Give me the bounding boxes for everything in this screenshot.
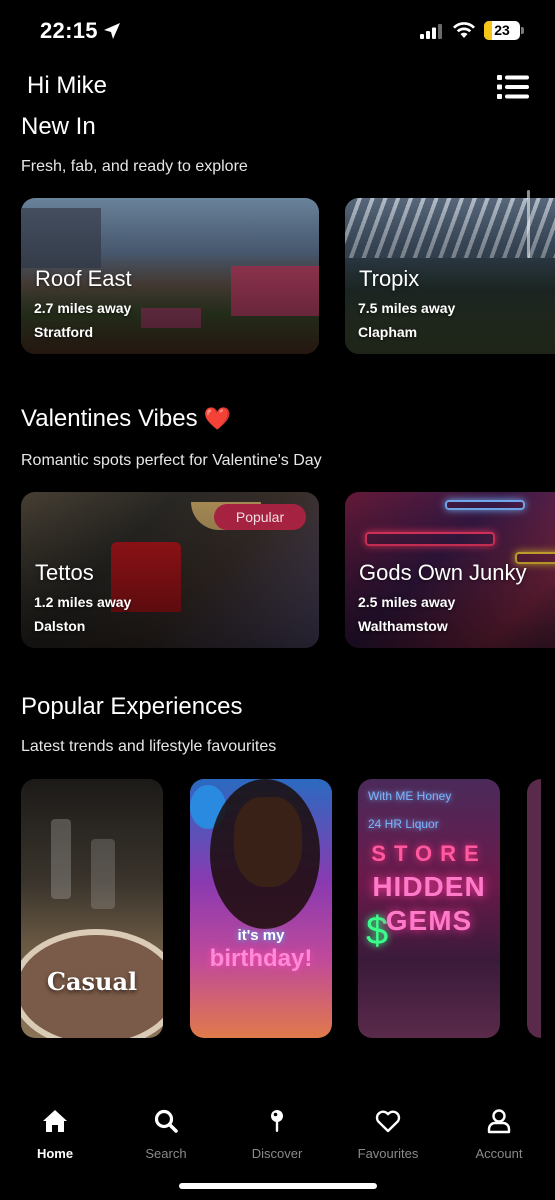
experience-card-birthday[interactable]: it's my birthday! <box>190 779 332 1038</box>
neon-sign-text: STORE <box>371 841 487 866</box>
greeting: Hi Mike <box>27 72 108 99</box>
section-subtitle-valentines: Romantic spots perfect for Valentine's D… <box>21 452 322 469</box>
search-icon <box>154 1109 178 1133</box>
venue-distance: 2.5 miles away <box>358 594 456 610</box>
venue-name: Roof East <box>35 266 132 291</box>
experiences-carousel[interactable]: Casual it's my birthday! With ME Honey 2… <box>0 779 555 1038</box>
venue-card-gods-own-junky[interactable]: Gods Own Junky 2.5 miles away Walthamsto… <box>345 492 555 648</box>
header-backdrop <box>0 100 555 114</box>
tab-home[interactable]: Home <box>5 1090 105 1170</box>
venue-name: Tropix <box>359 266 420 291</box>
status-time: 22:15 <box>40 18 98 43</box>
card-image-detail <box>234 797 302 887</box>
venue-card-roof-east[interactable]: Roof East 2.7 miles away Stratford <box>21 198 319 354</box>
scroll-indicator <box>527 190 530 258</box>
card-image-detail <box>91 839 115 909</box>
tab-label: Search <box>145 1146 187 1161</box>
section-subtitle-new-in: Fresh, fab, and ready to explore <box>21 158 248 175</box>
experience-label-line1: HIDDEN <box>372 871 486 902</box>
venue-distance: 1.2 miles away <box>34 594 132 610</box>
signal-icon <box>420 24 442 39</box>
tab-discover[interactable]: Discover <box>227 1090 327 1170</box>
neon-sign-text: With ME Honey <box>368 789 452 803</box>
experience-card-next[interactable] <box>527 779 541 1038</box>
section-title-text: Valentines Vibes <box>21 405 198 432</box>
tab-favourites[interactable]: Favourites <box>338 1090 438 1170</box>
wifi-icon <box>453 22 475 38</box>
battery-level: 23 <box>494 22 510 38</box>
tab-label: Account <box>475 1146 523 1161</box>
section-title-popular: Popular Experiences <box>21 693 243 720</box>
valentines-carousel[interactable]: Popular Tettos 1.2 miles away Dalston Go… <box>0 492 555 648</box>
card-image-detail <box>51 819 71 899</box>
new-in-carousel[interactable]: Roof East 2.7 miles away Stratford Tropi… <box>0 198 555 354</box>
popular-badge: Popular <box>214 504 306 530</box>
section-subtitle-popular: Latest trends and lifestyle favourites <box>21 738 277 755</box>
home-indicator[interactable] <box>179 1183 377 1189</box>
venue-card-tettos[interactable]: Popular Tettos 1.2 miles away Dalston <box>21 492 319 648</box>
heart-emoji-icon: ❤️ <box>203 406 231 431</box>
tab-label: Discover <box>251 1146 303 1161</box>
experience-label-line2: GEMS <box>385 905 473 936</box>
tab-label: Favourites <box>357 1146 419 1161</box>
section-title-valentines: Valentines Vibes ❤️ <box>21 405 231 433</box>
status-bar: 22:15 23 <box>0 0 555 62</box>
experience-label: Casual <box>46 967 138 996</box>
venue-distance: 2.7 miles away <box>34 300 132 316</box>
venue-area: Stratford <box>34 324 94 340</box>
battery-cap <box>521 27 524 34</box>
venue-area: Clapham <box>358 324 418 340</box>
experience-card-hidden-gems[interactable]: With ME Honey 24 HR Liquor STORE $ HIDDE… <box>358 779 500 1038</box>
experience-card-casual[interactable]: Casual <box>21 779 163 1038</box>
tab-label: Home <box>36 1146 74 1161</box>
tab-account[interactable]: Account <box>449 1090 549 1170</box>
venue-area: Walthamstow <box>358 618 448 634</box>
neon-sign-text: 24 HR Liquor <box>368 817 439 831</box>
home-icon <box>43 1110 67 1132</box>
venue-area: Dalston <box>34 618 86 634</box>
map-pin-icon <box>271 1110 283 1132</box>
user-icon <box>487 1109 511 1134</box>
venue-name: Tettos <box>35 560 94 585</box>
experience-label-line2: birthday! <box>209 945 313 972</box>
venue-distance: 7.5 miles away <box>358 300 456 316</box>
location-arrow-icon <box>104 23 120 39</box>
tab-search[interactable]: Search <box>116 1090 216 1170</box>
section-title-new-in: New In <box>21 113 96 140</box>
venue-name: Gods Own Junky <box>359 560 527 585</box>
venue-card-tropix[interactable]: Tropix 7.5 miles away Clapham <box>345 198 555 354</box>
experience-label-line1: it's my <box>237 927 285 944</box>
heart-icon <box>375 1110 401 1133</box>
list-menu-icon[interactable] <box>497 74 529 100</box>
battery-icon: 23 <box>484 21 520 40</box>
